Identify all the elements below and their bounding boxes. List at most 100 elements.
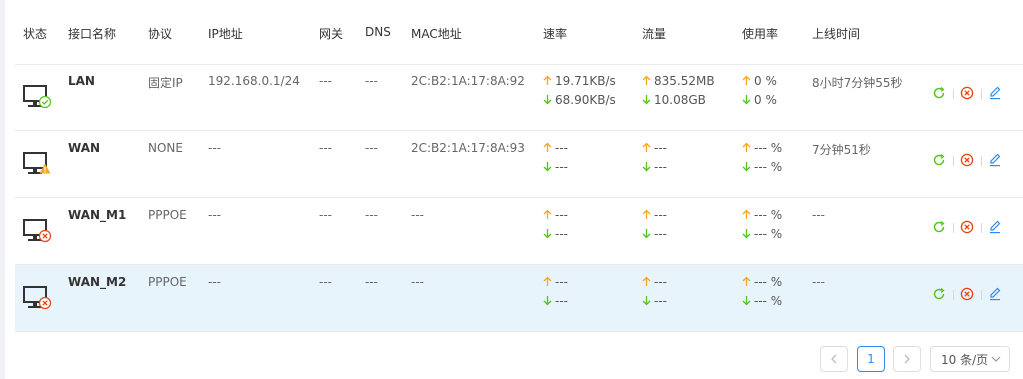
rate-up: --- [543,208,568,222]
dns: --- [365,141,378,155]
interface-name: WAN_M1 [68,208,127,222]
rate-down: --- [543,227,568,241]
interface-name: LAN [68,74,95,88]
mac-address: --- [411,208,424,222]
dns: --- [365,74,378,88]
action-separator [981,223,982,233]
table-row: LAN 固定IP 192.168.0.1/24 --- --- 2C:B2:1A:17:8… [15,64,1023,131]
interface-name: WAN [68,141,101,155]
action-separator [953,223,954,233]
edit-icon[interactable] [988,153,1002,167]
protocol: PPPOE [148,275,187,289]
usage-down: --- % [742,160,782,174]
rate-down: --- [543,294,568,308]
edit-icon[interactable] [988,220,1002,234]
action-separator [953,89,954,99]
page-1-button[interactable]: 1 [857,346,885,372]
arrow-up-icon [543,275,552,289]
usage-up: --- % [742,208,782,222]
chevron-right-icon [904,354,910,364]
edit-icon[interactable] [988,86,1002,100]
edit-icon[interactable] [988,287,1002,301]
arrow-down-icon [742,93,751,107]
arrow-up-icon [543,208,552,222]
traffic-up: --- [642,275,667,289]
gateway: --- [319,74,332,88]
rate-up: --- [543,275,568,289]
delete-icon[interactable] [960,153,974,167]
restart-icon[interactable] [932,220,946,234]
arrow-up-icon [742,74,751,88]
page-size-label: 10 条/页 [941,352,989,367]
ip-address: --- [208,208,221,222]
restart-icon[interactable] [932,86,946,100]
table-row: WAN_M1 PPPOE --- --- --- --- --- --- --- --- --- %… [15,198,1023,265]
restart-icon[interactable] [932,287,946,301]
action-separator [981,290,982,300]
arrow-down-icon [642,294,651,308]
next-page-button[interactable] [893,346,921,372]
table-row: WAN_M2 PPPOE --- --- --- --- --- --- --- --- --- %… [15,265,1023,332]
arrow-down-icon [543,227,552,241]
arrow-up-icon [543,141,552,155]
mac-address: 2C:B2:1A:17:8A:92 [411,74,525,88]
chevron-down-icon [991,356,1001,362]
arrow-up-icon [543,74,552,88]
traffic-up: --- [642,141,667,155]
arrow-up-icon [642,275,651,289]
traffic-up: 835.52MB [642,74,715,88]
traffic-down: --- [642,227,667,241]
ip-address: --- [208,141,221,155]
traffic-up: --- [642,208,667,222]
delete-icon[interactable] [960,86,974,100]
delete-icon[interactable] [960,287,974,301]
action-separator [981,156,982,166]
delete-icon[interactable] [960,220,974,234]
arrow-up-icon [642,141,651,155]
monitor-error-icon [23,285,53,311]
action-separator [981,89,982,99]
monitor-warning-icon [23,151,53,177]
usage-up: --- % [742,141,782,155]
rate-up: 19.71KB/s [543,74,616,88]
monitor-online-icon [23,84,53,110]
arrow-down-icon [543,160,552,174]
header-dns: DNS [365,25,391,39]
header-protocol: 协议 [148,27,173,41]
gateway: --- [319,275,332,289]
dns: --- [365,275,378,289]
usage-down: --- % [742,294,782,308]
usage-up: --- % [742,275,782,289]
usage-down: --- % [742,227,782,241]
header-online-time: 上线时间 [812,27,861,41]
rate-down: 68.90KB/s [543,93,616,107]
header-gateway: 网关 [319,27,344,41]
rate-down: --- [543,160,568,174]
traffic-down: 10.08GB [642,93,706,107]
restart-icon[interactable] [932,153,946,167]
arrow-down-icon [742,294,751,308]
online-time: --- [812,275,825,289]
action-separator [953,290,954,300]
online-time: --- [812,208,825,222]
header-mac: MAC地址 [411,27,462,41]
arrow-down-icon [742,160,751,174]
usage-down: 0 % [742,93,777,107]
prev-page-button[interactable] [820,346,848,372]
online-time: 8小时7分钟55秒 [812,76,903,90]
page-size-select[interactable]: 10 条/页 [930,346,1010,372]
arrow-up-icon [742,275,751,289]
interface-table-panel: 状态 接口名称 协议 IP地址 网关 DNS MAC地址 速率 流量 使用率 上… [5,0,1023,379]
mac-address: 2C:B2:1A:17:8A:93 [411,141,525,155]
protocol: 固定IP [148,76,183,90]
traffic-down: --- [642,160,667,174]
interface-name: WAN_M2 [68,275,127,289]
online-time: 7分钟51秒 [812,143,871,157]
header-usage: 使用率 [742,27,779,41]
arrow-down-icon [642,227,651,241]
protocol: NONE [148,141,183,155]
rate-up: --- [543,141,568,155]
traffic-down: --- [642,294,667,308]
protocol: PPPOE [148,208,187,222]
arrow-down-icon [543,93,552,107]
